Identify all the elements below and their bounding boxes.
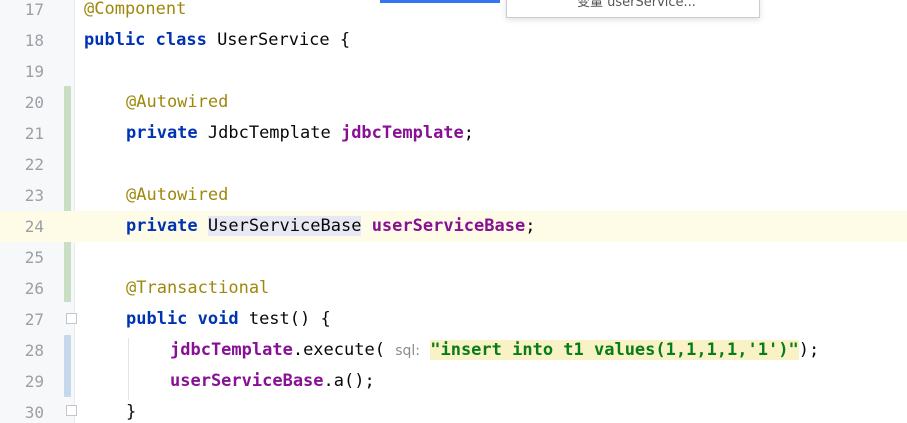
- annotation-text: @Transactional: [126, 278, 270, 298]
- line-number: 24: [0, 211, 44, 242]
- field-name[interactable]: jdbcTemplate: [341, 123, 464, 143]
- keyword: public void: [126, 309, 239, 329]
- code-line-17[interactable]: 17 @Component: [0, 0, 907, 25]
- code-line-28[interactable]: 28 jdbcTemplate.execute( sql: "insert in…: [0, 335, 907, 366]
- code-line-29[interactable]: 29 userServiceBase.a();: [0, 366, 907, 397]
- code-line-18[interactable]: 18 public class UserService {: [0, 25, 907, 56]
- method-call: .a();: [323, 371, 375, 391]
- type-name-highlighted[interactable]: UserServiceBase: [207, 216, 362, 236]
- code-text: private UserServiceBase userServiceBase;: [126, 211, 535, 242]
- line-number: 17: [24, 0, 44, 19]
- code-line-22[interactable]: 22: [0, 149, 907, 180]
- code-line-25[interactable]: 25: [0, 242, 907, 273]
- code-text: private JdbcTemplate jdbcTemplate;: [126, 118, 474, 149]
- code-line-24-current[interactable]: 24 private UserServiceBase userServiceBa…: [0, 211, 907, 242]
- line-number: 20: [24, 93, 44, 112]
- punctuation: ;: [525, 216, 536, 236]
- field-reference[interactable]: userServiceBase: [170, 371, 324, 391]
- annotation-text: @Component: [84, 0, 187, 19]
- line-number: 28: [24, 341, 44, 360]
- code-text: public void test() {: [126, 304, 331, 335]
- line-number: 19: [24, 62, 44, 81]
- field-reference[interactable]: jdbcTemplate: [170, 340, 293, 360]
- code-text: jdbcTemplate.execute( sql: "insert into …: [170, 335, 819, 367]
- code-text: userServiceBase.a();: [170, 366, 375, 397]
- line-number: 27: [24, 310, 44, 329]
- line-number: 21: [24, 124, 44, 143]
- method-declaration: test() {: [238, 309, 331, 329]
- line-number: 22: [24, 155, 44, 174]
- tooltip-popup[interactable]: 变量 userService...: [506, 0, 760, 18]
- popup-text: 变量 userService...: [577, 0, 696, 10]
- keyword: private: [126, 123, 198, 143]
- code-line-30[interactable]: 30 }: [0, 397, 907, 423]
- closing-brace: }: [126, 402, 137, 422]
- code-line-19[interactable]: 19: [0, 56, 907, 87]
- code-line-23[interactable]: 23 @Autowired: [0, 180, 907, 211]
- string-literal[interactable]: "insert into t1 values(1,1,1,1,'1')": [430, 340, 799, 360]
- parameter-hint: sql:: [395, 343, 420, 359]
- annotation-text: @Autowired: [126, 92, 229, 112]
- keyword: private: [126, 216, 198, 236]
- code-line-21[interactable]: 21 private JdbcTemplate jdbcTemplate;: [0, 118, 907, 149]
- keyword: public class: [84, 30, 207, 50]
- code-editor[interactable]: 17 @Component 18 public class UserServic…: [0, 0, 907, 423]
- line-number: 18: [24, 31, 44, 50]
- code-line-20[interactable]: 20 @Autowired: [0, 87, 907, 118]
- type-name: JdbcTemplate: [197, 123, 341, 143]
- class-declaration: UserService {: [206, 30, 351, 50]
- line-number: 26: [24, 279, 44, 298]
- code-text: public class UserService {: [84, 25, 350, 56]
- code-line-26[interactable]: 26 @Transactional: [0, 273, 907, 304]
- punctuation: ;: [463, 123, 475, 143]
- line-number: 23: [24, 186, 44, 205]
- line-number: 30: [24, 403, 44, 422]
- annotation-text: @Autowired: [126, 185, 229, 205]
- field-name[interactable]: userServiceBase: [372, 216, 526, 236]
- punctuation: );: [798, 340, 820, 360]
- method-call: .execute(: [292, 340, 396, 360]
- line-number: 29: [24, 372, 44, 391]
- line-number: 25: [24, 248, 44, 267]
- code-line-27[interactable]: 27 public void test() {: [0, 304, 907, 335]
